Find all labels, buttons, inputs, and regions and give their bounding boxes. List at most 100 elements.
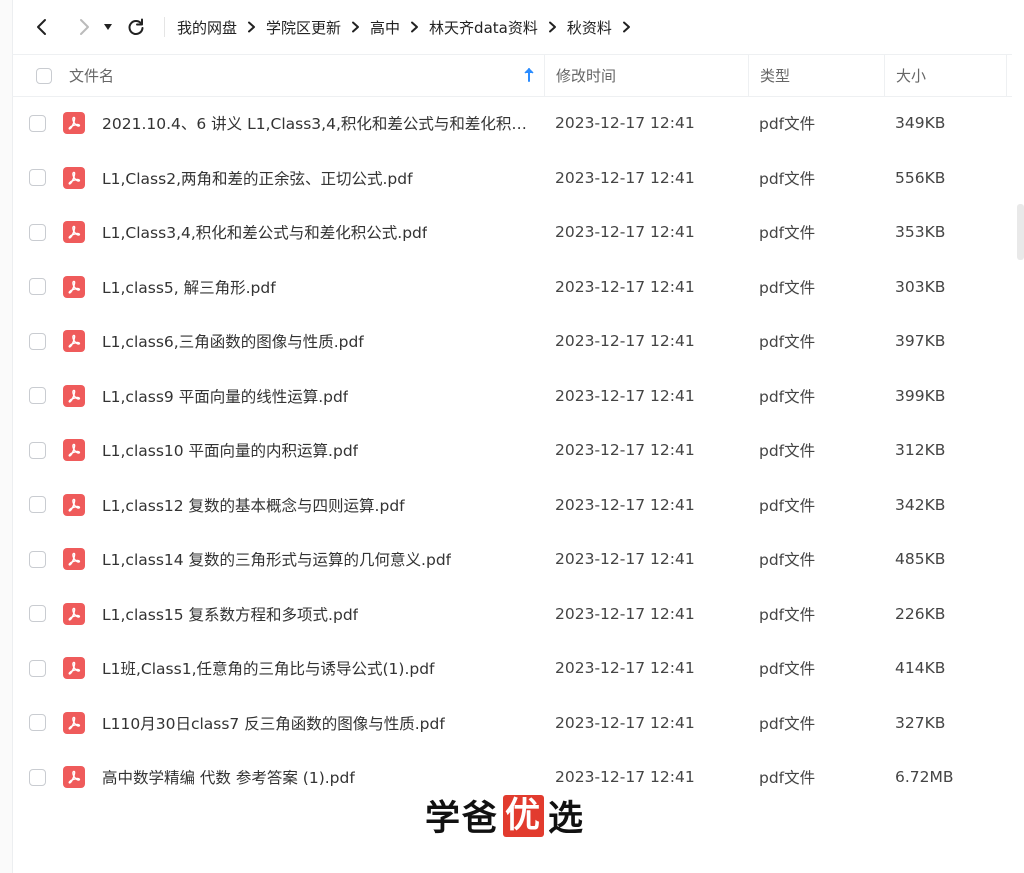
file-modified: 2023-12-17 12:41: [555, 441, 695, 460]
row-checkbox[interactable]: [29, 332, 46, 350]
watermark-text-1: 学爸: [425, 799, 500, 839]
file-list: 2021.10.4、6 讲义 L1,Class3,4,积化和差公式与和差化积… 2…: [12, 96, 1012, 805]
chevron-right-icon: [351, 21, 360, 33]
row-checkbox[interactable]: [29, 441, 46, 459]
arrow-up-icon[interactable]: [523, 67, 535, 83]
file-name[interactable]: L110月30日class7 反三角函数的图像与性质.pdf: [102, 712, 445, 734]
file-type: pdf文件: [759, 551, 816, 570]
pdf-icon: [63, 711, 85, 734]
file-modified: 2023-12-17 12:41: [555, 604, 695, 623]
watermark-text-2: 选: [548, 799, 586, 839]
file-name[interactable]: L1,class10 平面向量的内积运算.pdf: [102, 439, 358, 461]
file-row[interactable]: L1,class5, 解三角形.pdf 2023-12-17 12:41 pdf文件…: [12, 260, 1012, 315]
file-name-cell: 高中数学精编 代数 参考答案 (1).pdf: [12, 766, 544, 789]
breadcrumb-item[interactable]: 林天齐data资料: [429, 17, 538, 38]
file-row[interactable]: L1,Class3,4,积化和差公式与和差化积公式.pdf 2023-12-17 …: [12, 205, 1012, 260]
file-name[interactable]: L1,class5, 解三角形.pdf: [102, 276, 276, 298]
row-checkbox[interactable]: [29, 278, 46, 296]
chevron-right-icon: [548, 21, 557, 33]
file-name-cell: L1,class14 复数的三角形式与运算的几何意义.pdf: [12, 548, 544, 571]
select-all-checkbox[interactable]: [36, 67, 52, 84]
file-size: 226KB: [895, 604, 946, 623]
file-modified: 2023-12-17 12:41: [555, 332, 695, 351]
file-name[interactable]: L1班,Class1,任意角的三角比与诱导公式(1).pdf: [102, 657, 435, 679]
row-checkbox[interactable]: [29, 114, 46, 132]
file-name[interactable]: L1,Class2,两角和差的正余弦、正切公式.pdf: [102, 167, 413, 189]
pdf-icon: [63, 112, 85, 135]
file-modified: 2023-12-17 12:41: [555, 386, 695, 405]
history-dropdown-button[interactable]: [98, 13, 118, 41]
file-modified: 2023-12-17 12:41: [555, 114, 695, 133]
file-row[interactable]: L1班,Class1,任意角的三角比与诱导公式(1).pdf 2023-12-17…: [12, 641, 1012, 696]
file-row[interactable]: L1,class12 复数的基本概念与四则运算.pdf 2023-12-17 12…: [12, 478, 1012, 533]
file-type: pdf文件: [759, 769, 816, 788]
file-type: pdf文件: [759, 605, 816, 624]
row-checkbox[interactable]: [29, 496, 46, 514]
refresh-icon: [128, 18, 144, 35]
row-checkbox[interactable]: [29, 169, 46, 187]
file-type: pdf文件: [759, 169, 816, 188]
file-row[interactable]: L1,Class2,两角和差的正余弦、正切公式.pdf 2023-12-17 12…: [12, 151, 1012, 206]
row-checkbox[interactable]: [29, 659, 46, 677]
file-modified: 2023-12-17 12:41: [555, 713, 695, 732]
file-name[interactable]: L1,class15 复系数方程和多项式.pdf: [102, 603, 358, 625]
pdf-icon: [63, 221, 85, 244]
file-name-cell: L1,class12 复数的基本概念与四则运算.pdf: [12, 493, 544, 516]
column-header-name[interactable]: 文件名: [12, 55, 544, 96]
file-name[interactable]: L1,class6,三角函数的图像与性质.pdf: [102, 330, 364, 352]
file-name-cell: L1,class10 平面向量的内积运算.pdf: [12, 439, 544, 462]
scrollbar-thumb[interactable]: [1017, 204, 1024, 260]
row-checkbox[interactable]: [29, 387, 46, 405]
row-checkbox[interactable]: [29, 714, 46, 732]
row-checkbox[interactable]: [29, 550, 46, 568]
file-name[interactable]: L1,class14 复数的三角形式与运算的几何意义.pdf: [102, 548, 451, 570]
row-checkbox[interactable]: [29, 768, 46, 786]
column-header-size[interactable]: 大小: [884, 55, 1007, 96]
refresh-button[interactable]: [122, 13, 150, 41]
row-checkbox[interactable]: [29, 223, 46, 241]
watermark: 学爸 优 选: [425, 790, 585, 841]
file-name[interactable]: 高中数学精编 代数 参考答案 (1).pdf: [102, 766, 355, 788]
file-size: 556KB: [895, 168, 946, 187]
caret-down-icon: [104, 24, 112, 30]
file-name[interactable]: L1,class12 复数的基本概念与四则运算.pdf: [102, 494, 405, 516]
breadcrumb-item[interactable]: 学院区更新: [266, 17, 341, 38]
file-name-cell: L1,class5, 解三角形.pdf: [12, 275, 544, 298]
file-type: pdf文件: [759, 115, 816, 134]
file-row[interactable]: L1,class14 复数的三角形式与运算的几何意义.pdf 2023-12-17…: [12, 532, 1012, 587]
file-name[interactable]: L1,class9 平面向量的线性运算.pdf: [102, 385, 348, 407]
file-size: 342KB: [895, 495, 946, 514]
breadcrumb-item[interactable]: 秋资料: [567, 17, 612, 38]
breadcrumb-item[interactable]: 高中: [370, 17, 400, 38]
file-row[interactable]: 2021.10.4、6 讲义 L1,Class3,4,积化和差公式与和差化积… 2…: [12, 96, 1012, 151]
file-size: 397KB: [895, 332, 946, 351]
watermark-highlight: 优: [503, 794, 545, 837]
pdf-icon: [63, 439, 85, 462]
file-modified: 2023-12-17 12:41: [555, 223, 695, 242]
pdf-icon: [63, 275, 85, 298]
file-row[interactable]: L1,class9 平面向量的线性运算.pdf 2023-12-17 12:41 p…: [12, 369, 1012, 424]
breadcrumb-item[interactable]: 我的网盘: [177, 17, 237, 38]
column-header-type[interactable]: 类型: [748, 55, 884, 96]
file-row[interactable]: L1,class15 复系数方程和多项式.pdf 2023-12-17 12:41…: [12, 587, 1012, 642]
toolbar-divider: [164, 17, 165, 37]
file-row[interactable]: L110月30日class7 反三角函数的图像与性质.pdf 2023-12-17…: [12, 696, 1012, 751]
file-type: pdf文件: [759, 278, 816, 297]
column-header-modified[interactable]: 修改时间: [544, 55, 748, 96]
file-row[interactable]: L1,class6,三角函数的图像与性质.pdf 2023-12-17 12:41…: [12, 314, 1012, 369]
file-size: 327KB: [895, 713, 946, 732]
file-modified: 2023-12-17 12:41: [555, 550, 695, 569]
row-checkbox[interactable]: [29, 605, 46, 623]
chevron-right-icon: [247, 21, 256, 33]
file-name[interactable]: L1,Class3,4,积化和差公式与和差化积公式.pdf: [102, 221, 427, 243]
file-size: 349KB: [895, 114, 946, 133]
file-size: 6.72MB: [895, 768, 954, 787]
file-row[interactable]: L1,class10 平面向量的内积运算.pdf 2023-12-17 12:41…: [12, 423, 1012, 478]
back-button[interactable]: [28, 13, 56, 41]
column-size-label: 大小: [896, 67, 927, 85]
toolbar: 我的网盘 学院区更新 高中 林天齐data资料 秋资料: [12, 0, 1024, 54]
file-name[interactable]: 2021.10.4、6 讲义 L1,Class3,4,积化和差公式与和差化积…: [102, 112, 527, 134]
forward-button[interactable]: [70, 13, 98, 41]
pdf-icon: [63, 166, 85, 189]
column-type-label: 类型: [760, 67, 791, 85]
